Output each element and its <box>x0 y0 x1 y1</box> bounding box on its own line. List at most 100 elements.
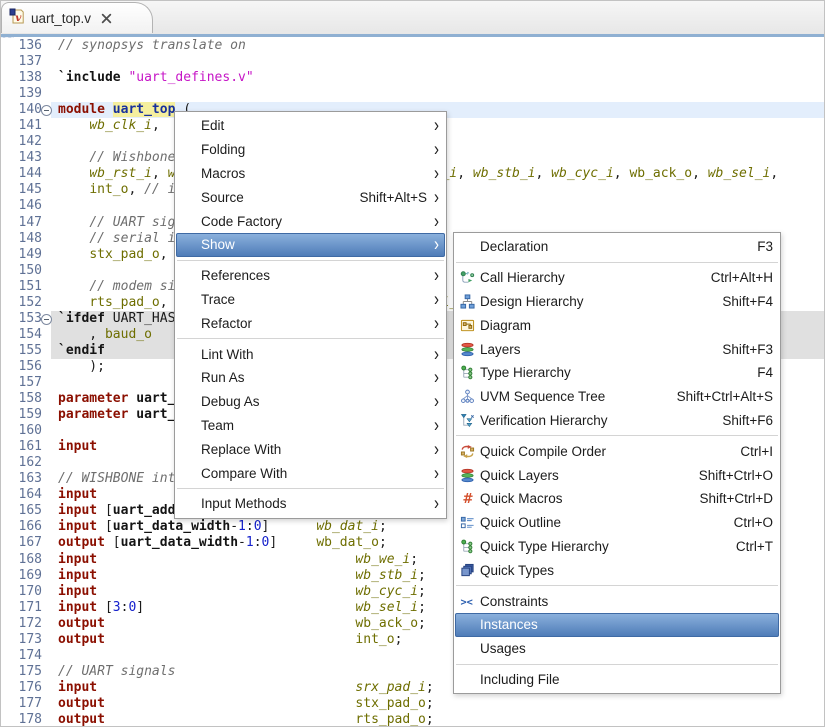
menu-item-run-as[interactable]: Run As› <box>176 366 445 390</box>
code-token: wb_ack_o <box>355 616 418 631</box>
fold-column <box>45 616 51 632</box>
menu-item-constraints[interactable]: ><Constraints <box>455 589 779 613</box>
line-number: 174 <box>1 648 45 664</box>
tab-uart-top-v[interactable]: v uart_top.v <box>1 2 153 33</box>
line-number: 138 <box>1 70 45 86</box>
code-line-136[interactable]: 136// synopsys translate on <box>1 38 824 54</box>
code-token <box>58 295 89 310</box>
menu-item-label: Verification Hierarchy <box>480 413 708 428</box>
code-token: ; <box>418 584 426 599</box>
fold-column <box>45 391 51 407</box>
menu-item-refactor[interactable]: Refactor› <box>176 311 445 335</box>
menu-item-quick-type-hierarchy[interactable]: Quick Type HierarchyCtrl+T <box>455 535 779 559</box>
menu-separator <box>456 435 778 436</box>
fold-column <box>45 198 51 214</box>
ide-window: v uart_top.v 136// synopsys translate on… <box>0 0 825 727</box>
menu-icon-slot <box>460 671 478 687</box>
menu-item-label: Run As <box>201 370 427 385</box>
menu-icon-slot <box>181 370 199 386</box>
menu-item-including-file[interactable]: Including File <box>455 668 779 692</box>
code-token: output <box>58 696 105 711</box>
menu-item-label: References <box>201 268 427 283</box>
menu-item-compare-with[interactable]: Compare With› <box>176 461 445 485</box>
menu-item-shortcut: Shift+F6 <box>722 413 773 428</box>
menu-separator <box>456 585 778 586</box>
menu-item-quick-macros[interactable]: #Quick MacrosShift+Ctrl+D <box>455 487 779 511</box>
menu-item-call-hierarchy[interactable]: Call HierarchyCtrl+Alt+H <box>455 266 779 290</box>
menu-item-code-factory[interactable]: Code Factory› <box>176 209 445 233</box>
fold-column <box>45 519 51 535</box>
fold-collapse-icon[interactable] <box>41 314 52 325</box>
menu-icon-slot <box>460 641 478 657</box>
menu-item-show[interactable]: Show› <box>176 233 445 257</box>
code-token: wb_cyc_i <box>551 166 614 181</box>
menu-item-uvm-sequence-tree[interactable]: UVM Sequence TreeShift+Ctrl+Alt+S <box>455 385 779 409</box>
menu-item-team[interactable]: Team› <box>176 414 445 438</box>
menu-item-declaration[interactable]: DeclarationF3 <box>455 235 779 259</box>
menu-item-quick-outline[interactable]: Quick OutlineCtrl+O <box>455 511 779 535</box>
menu-item-design-hierarchy[interactable]: Design HierarchyShift+F4 <box>455 290 779 314</box>
code-token: , <box>152 166 168 181</box>
code-token <box>105 632 355 647</box>
code-token <box>58 215 89 230</box>
fold-column <box>45 54 51 70</box>
menu-icon-slot <box>181 394 199 410</box>
menu-item-quick-compile-order[interactable]: Quick Compile OrderCtrl+I <box>455 439 779 463</box>
menu-item-lint-with[interactable]: Lint With› <box>176 342 445 366</box>
menu-item-debug-as[interactable]: Debug As› <box>176 390 445 414</box>
menu-item-usages[interactable]: Usages <box>455 637 779 661</box>
code-token: ); <box>58 359 105 374</box>
line-number: 147 <box>1 215 45 231</box>
code-line-139[interactable]: 139 <box>1 86 824 102</box>
menu-item-source[interactable]: SourceShift+Alt+S› <box>176 185 445 209</box>
menu-item-edit[interactable]: Edit› <box>176 114 445 138</box>
menu-item-folding[interactable]: Folding› <box>176 138 445 162</box>
code-line-137[interactable]: 137 <box>1 54 824 70</box>
menu-item-layers[interactable]: LayersShift+F3 <box>455 337 779 361</box>
submenu-arrow-icon: › <box>427 463 439 483</box>
menu-item-trace[interactable]: Trace› <box>176 288 445 312</box>
code-line-138[interactable]: 138`include "uart_defines.v" <box>1 70 824 86</box>
code-token: - <box>238 535 246 550</box>
menu-item-quick-types[interactable]: Quick Types <box>455 558 779 582</box>
menu-item-input-methods[interactable]: Input Methods› <box>176 492 445 516</box>
menu-icon-slot <box>181 268 199 284</box>
menu-item-instances[interactable]: Instances <box>455 613 779 637</box>
menu-item-references[interactable]: References› <box>176 264 445 288</box>
code-token: , <box>536 166 552 181</box>
line-number: 178 <box>1 712 45 727</box>
menu-item-label: Trace <box>201 292 427 307</box>
line-number: 153 <box>1 311 45 327</box>
menu-item-label: Constraints <box>480 594 773 609</box>
menu-item-label: Folding <box>201 142 427 157</box>
code-token: [ <box>105 535 121 550</box>
menu-item-macros[interactable]: Macros› <box>176 162 445 186</box>
menu-item-diagram[interactable]: Diagram <box>455 313 779 337</box>
fold-column <box>45 134 51 150</box>
menu-item-type-hierarchy[interactable]: Type HierarchyF4 <box>455 361 779 385</box>
menu-item-shortcut: Ctrl+O <box>734 515 773 530</box>
code-token: [ <box>97 503 113 518</box>
code-token: baud_o <box>105 327 152 342</box>
menu-icon-slot <box>181 315 199 331</box>
code-line-178[interactable]: 178output rts_pad_o; <box>1 712 824 727</box>
fold-collapse-icon[interactable] <box>41 105 52 116</box>
menu-item-verification-hierarchy[interactable]: Verification Hierarchy Shift+F6 <box>455 409 779 433</box>
code-line-177[interactable]: 177output stx_pad_o; <box>1 696 824 712</box>
line-number: 161 <box>1 439 45 455</box>
menu-item-replace-with[interactable]: Replace With› <box>176 437 445 461</box>
code-token: ; <box>379 519 387 534</box>
code-token <box>58 166 89 181</box>
code-token: ; <box>426 680 434 695</box>
menu-icon-slot <box>181 441 199 457</box>
tab-close-icon[interactable] <box>101 13 112 24</box>
menu-separator <box>456 262 778 263</box>
line-number: 137 <box>1 54 45 70</box>
fold-column <box>45 648 51 664</box>
code-token <box>97 552 355 567</box>
menu-item-shortcut: Shift+Ctrl+O <box>699 468 773 483</box>
menu-item-label: Lint With <box>201 347 427 362</box>
line-number: 164 <box>1 487 45 503</box>
menu-item-quick-layers[interactable]: Quick LayersShift+Ctrl+O <box>455 463 779 487</box>
code-token: stx_pad_o <box>89 247 159 262</box>
